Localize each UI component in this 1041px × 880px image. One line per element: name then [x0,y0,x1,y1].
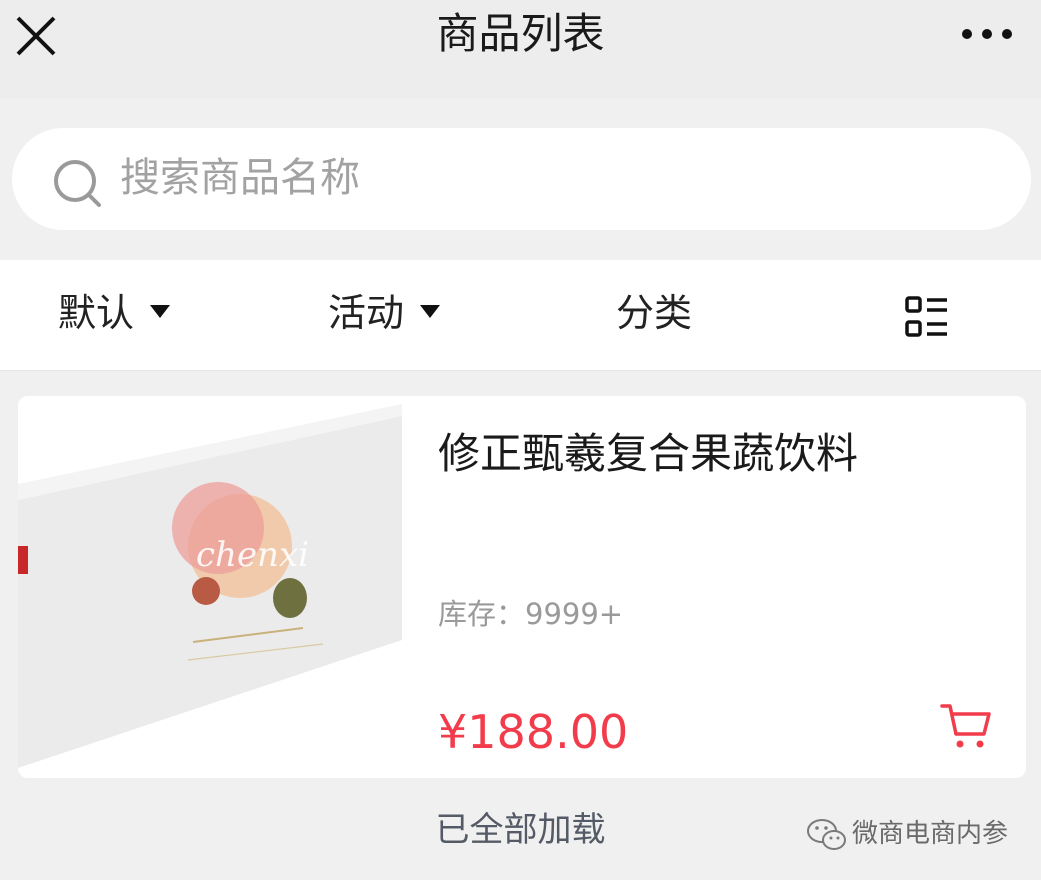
filter-default[interactable]: 默认 [58,288,171,338]
product-image-brand: chenxi [196,535,309,575]
wechat-icon [807,819,846,850]
page-title: 商品列表 [436,9,605,58]
triangle-down-icon [150,305,171,318]
product-image[interactable]: chenxi [18,396,402,778]
filter-activity[interactable]: 活动 [328,288,441,338]
product-stock: 库存：9999+ [438,597,624,631]
product-card[interactable]: chenxi 修正甄羲复合果蔬饮料 库存：9999+ ¥188.00 [18,396,1026,778]
filter-activity-label: 活动 [328,291,405,335]
cart-icon[interactable] [940,702,992,750]
search-icon [54,160,101,207]
watermark: 微商电商内参 [806,814,1026,854]
triangle-down-icon [420,305,441,318]
filter-category[interactable]: 分类 [616,288,692,338]
product-name[interactable]: 修正甄羲复合果蔬饮料 [438,426,858,482]
watermark-text: 微商电商内参 [852,819,1009,849]
filter-category-label: 分类 [616,291,693,335]
product-price: ¥188.00 [438,705,629,759]
list-view-icon[interactable] [905,296,949,338]
search-placeholder: 搜索商品名称 [120,155,360,201]
filter-default-label: 默认 [58,291,135,335]
search-input[interactable]: 搜索商品名称 [12,128,1031,230]
top-bar: 商品列表 [0,0,1041,98]
filter-bar: 默认 活动 分类 [0,260,1041,371]
more-icon[interactable] [961,22,1013,46]
